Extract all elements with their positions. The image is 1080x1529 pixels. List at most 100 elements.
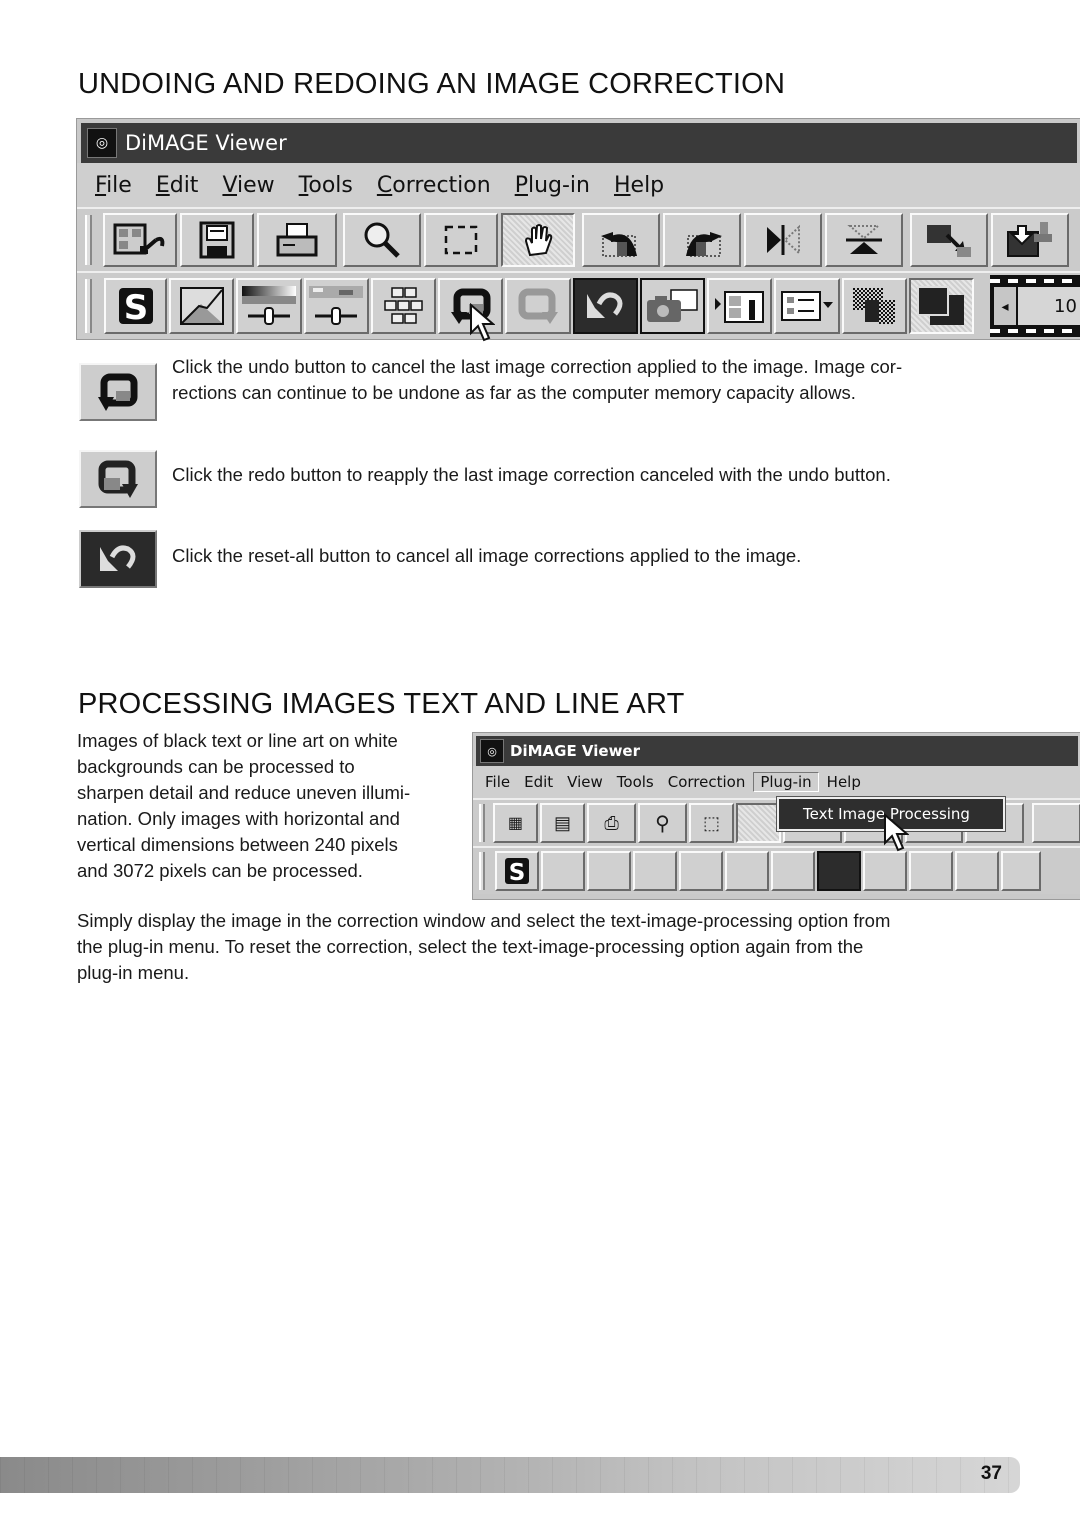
menu-file[interactable]: File xyxy=(479,773,516,791)
thumbnail-return-button[interactable] xyxy=(103,213,177,267)
save-button[interactable] xyxy=(180,213,254,267)
color-variation-button[interactable] xyxy=(370,278,437,334)
resize-button[interactable] xyxy=(910,213,988,267)
toolbar-grip[interactable] xyxy=(479,852,485,890)
thumbnail-return-button[interactable]: ▦ xyxy=(492,803,538,843)
variation-s-icon: S xyxy=(118,288,153,326)
list-view-button[interactable] xyxy=(774,278,840,334)
color-variation-button[interactable] xyxy=(679,851,723,891)
window-title: DiMAGE Viewer xyxy=(510,742,640,760)
brightness-contrast-button[interactable] xyxy=(236,278,302,334)
intro-line: backgrounds can be processed to xyxy=(77,756,355,777)
slideshow-button[interactable] xyxy=(909,851,953,891)
menu-tools[interactable]: Tools xyxy=(293,173,359,198)
menu-item-text-image-processing[interactable]: Text Image Processing xyxy=(779,805,970,823)
redo-button[interactable] xyxy=(505,278,571,334)
reset-all-button[interactable] xyxy=(817,851,861,891)
undo-description-line: rections can continue to be undone as fa… xyxy=(172,382,856,403)
compare-button[interactable] xyxy=(1001,851,1041,891)
body-line: Simply display the image in the correcti… xyxy=(77,910,891,931)
menu-correction[interactable]: Correction xyxy=(662,773,752,791)
color-balance-button[interactable] xyxy=(633,851,677,891)
brightness-contrast-button[interactable] xyxy=(587,851,631,891)
footer-stripes xyxy=(0,1457,1020,1493)
import-button[interactable] xyxy=(991,213,1069,267)
variation-button[interactable]: S xyxy=(103,278,168,334)
rotate-left-button[interactable] xyxy=(582,213,660,267)
selection-marquee-icon xyxy=(444,225,478,255)
frame-navigator[interactable]: ◂ 10 xyxy=(990,275,1080,337)
variation-button[interactable]: S xyxy=(495,851,539,891)
compare-button[interactable] xyxy=(841,278,907,334)
window-title: DiMAGE Viewer xyxy=(125,131,287,155)
menu-help[interactable]: Help xyxy=(608,173,670,198)
saturation-slider-icon xyxy=(309,286,364,325)
snapshot-button[interactable] xyxy=(639,278,706,334)
hand-tool-button[interactable] xyxy=(736,803,782,843)
previous-frame-button[interactable]: ◂ xyxy=(994,287,1017,325)
reset-all-button[interactable] xyxy=(572,278,638,334)
color-balance-button[interactable] xyxy=(303,278,369,334)
intro-line: nation. Only images with horizontal and xyxy=(77,808,400,829)
color-grid-icon xyxy=(383,287,423,324)
flip-vertical-button[interactable] xyxy=(825,213,903,267)
save-button[interactable]: ▤ xyxy=(540,803,586,843)
menu-tools[interactable]: Tools xyxy=(611,773,660,791)
tone-curve-icon xyxy=(179,287,224,325)
zoom-button[interactable]: ⚲ xyxy=(638,803,687,843)
menu-plugin[interactable]: Plug-in xyxy=(509,173,596,198)
menu-view[interactable]: View xyxy=(561,773,609,791)
menu-view[interactable]: View xyxy=(216,173,280,198)
pattern-compare-icon xyxy=(853,288,896,324)
flip-horizontal-button[interactable] xyxy=(744,213,822,267)
print-button[interactable]: ⎙ xyxy=(587,803,637,843)
redo-button[interactable] xyxy=(771,851,815,891)
redo-button-sample xyxy=(79,450,157,508)
save-disk-icon xyxy=(199,221,235,259)
snapshot-button[interactable] xyxy=(863,851,907,891)
menu-bar: File Edit View Tools Correction Plug-in … xyxy=(77,163,1080,207)
toolbar-grip[interactable] xyxy=(479,804,485,842)
toolbar-grip[interactable] xyxy=(85,279,92,333)
slideshow-icon xyxy=(714,291,764,323)
import-stamp-icon xyxy=(1007,222,1052,257)
print-icon xyxy=(276,223,318,257)
undo-button[interactable] xyxy=(725,851,769,891)
menu-file[interactable]: File xyxy=(89,173,138,198)
app-logo-icon: ◎ xyxy=(480,739,504,763)
print-button[interactable] xyxy=(257,213,337,267)
select-area-button[interactable]: ⬚ xyxy=(688,803,735,843)
section-title-undo-redo: UNDOING AND REDOING AN IMAGE CORRECTION xyxy=(78,68,786,100)
flip-vertical-icon xyxy=(846,225,882,254)
tone-curve-button[interactable] xyxy=(541,851,585,891)
hand-tool-button[interactable] xyxy=(501,213,575,267)
menu-plugin[interactable]: Plug-in xyxy=(753,772,819,792)
menu-help[interactable]: Help xyxy=(821,773,867,791)
thumbnail-return-icon xyxy=(113,223,165,255)
body-line: plug-in menu. xyxy=(77,962,190,983)
menu-correction[interactable]: Correction xyxy=(371,173,497,198)
menu-edit[interactable]: Edit xyxy=(518,773,559,791)
zoom-button[interactable] xyxy=(343,213,421,267)
toolbar-grip[interactable] xyxy=(85,215,92,265)
variation-s-icon: S xyxy=(505,858,529,885)
redo-icon xyxy=(98,460,138,498)
tone-curve-button[interactable] xyxy=(169,278,235,334)
list-view-button[interactable] xyxy=(955,851,999,891)
resize-button[interactable] xyxy=(1032,803,1080,843)
slideshow-button[interactable] xyxy=(707,278,773,334)
intro-line: sharpen detail and reduce uneven illumi- xyxy=(77,782,411,803)
rotate-right-button[interactable] xyxy=(663,213,741,267)
before-after-button[interactable] xyxy=(908,278,975,334)
mouse-cursor-icon xyxy=(884,813,909,852)
mouse-cursor-icon xyxy=(470,303,495,342)
page-number: 37 xyxy=(980,1463,1002,1484)
title-bar: ◎ DiMAGE Viewer xyxy=(81,123,1077,163)
reset-all-description: Click the reset-all button to cancel all… xyxy=(172,545,802,566)
menu-edit[interactable]: Edit xyxy=(150,173,205,198)
flip-horizontal-icon xyxy=(767,224,800,256)
reset-all-button-sample xyxy=(79,530,157,588)
select-area-button[interactable] xyxy=(424,213,498,267)
plugin-menu-screenshot: ◎ DiMAGE Viewer File Edit View Tools Cor… xyxy=(472,732,1080,900)
frame-counter: 10 xyxy=(1018,287,1080,325)
